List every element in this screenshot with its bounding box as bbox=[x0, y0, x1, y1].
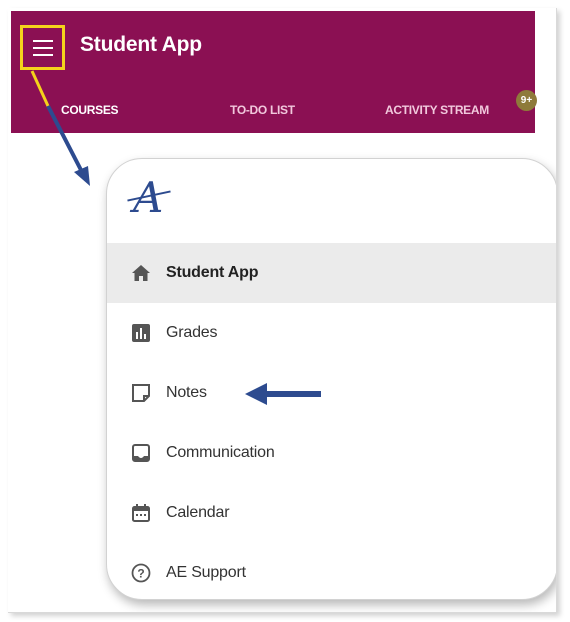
tab-activity-stream[interactable]: ACTIVITY STREAM bbox=[385, 103, 489, 117]
home-icon bbox=[130, 262, 152, 284]
callout-arrowhead bbox=[74, 166, 90, 186]
svg-text:?: ? bbox=[137, 567, 144, 581]
nav-item-label: Grades bbox=[166, 324, 218, 341]
nav-item-grades[interactable]: Grades bbox=[107, 303, 556, 363]
nav-item-calendar[interactable]: Calendar bbox=[107, 483, 556, 543]
nav-item-label: AE Support bbox=[166, 564, 246, 581]
help-icon: ? bbox=[130, 562, 152, 584]
nav-item-ae-support[interactable]: ? AE Support bbox=[107, 543, 556, 599]
nav-item-label: Communication bbox=[166, 444, 275, 461]
nav-item-label: Student App bbox=[166, 264, 259, 281]
calendar-icon bbox=[130, 502, 152, 524]
tab-to-do-list[interactable]: TO-DO LIST bbox=[230, 103, 295, 117]
menu-button[interactable] bbox=[20, 25, 65, 70]
notes-icon bbox=[130, 382, 152, 404]
nav-item-label: Notes bbox=[166, 384, 207, 401]
app-bar: Student App COURSES TO-DO LIST ACTIVITY … bbox=[11, 11, 537, 133]
tab-courses[interactable]: COURSES bbox=[61, 103, 119, 117]
navigation-drawer: A Student App Grades Notes Communication… bbox=[106, 158, 556, 600]
hamburger-menu-icon bbox=[32, 39, 53, 56]
pointer-arrowhead bbox=[245, 383, 267, 405]
notes-pointer-arrow bbox=[245, 383, 321, 405]
nav-item-communication[interactable]: Communication bbox=[107, 423, 556, 483]
app-logo: A bbox=[127, 173, 171, 222]
nav-item-student-app[interactable]: Student App bbox=[107, 243, 556, 303]
grades-icon bbox=[130, 322, 152, 344]
communication-icon bbox=[130, 442, 152, 464]
activity-count-badge: 9+ bbox=[516, 90, 537, 111]
nav-item-label: Calendar bbox=[166, 504, 230, 521]
pointer-arrow-shaft bbox=[265, 391, 321, 397]
nav-item-notes[interactable]: Notes bbox=[107, 363, 556, 423]
screenshot-frame: Student App COURSES TO-DO LIST ACTIVITY … bbox=[8, 8, 557, 613]
app-title: Student App bbox=[80, 33, 202, 56]
